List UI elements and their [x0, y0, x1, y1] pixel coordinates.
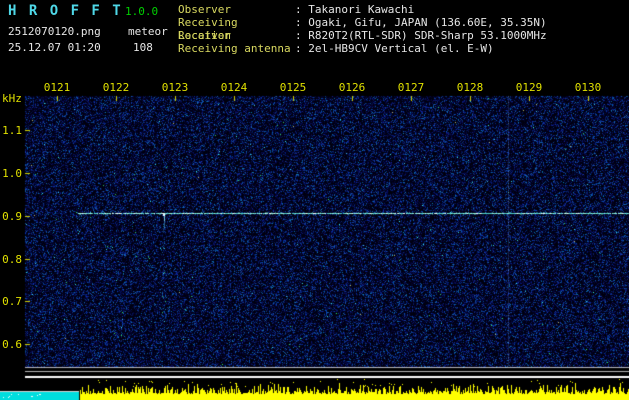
info-row-receiver: Receiver : R820T2(RTL-SDR) SDR-Sharp 53.… — [178, 29, 547, 42]
freq-tick-label: 0.7 — [2, 295, 22, 308]
info-row-antenna: Receiving antenna : 2el-HB9CV Vertical (… — [178, 42, 547, 55]
hrofft-window: H R O F F T 1.0.0 2512070120.png meteor … — [0, 0, 629, 400]
freq-tick-label: 0.6 — [2, 338, 22, 351]
spectrogram-canvas — [0, 0, 629, 400]
info-label: Receiver — [178, 29, 231, 42]
freq-tick-label: 0.8 — [2, 253, 22, 266]
time-tick-label: 0129 — [515, 81, 543, 94]
time-tick-label: 0130 — [574, 81, 602, 94]
info-row-observer: Observer : Takanori Kawachi — [178, 3, 547, 16]
station-info: Observer : Takanori Kawachi Receiving Lo… — [178, 3, 547, 55]
app-version: 1.0.0 — [125, 5, 159, 18]
app-title: H R O F F T — [8, 3, 123, 19]
freq-tick-label: 0.9 — [2, 210, 22, 223]
info-value: : R820T2(RTL-SDR) SDR-Sharp 53.1000MHz — [295, 29, 547, 42]
time-tick-label: 0124 — [220, 81, 248, 94]
time-tick-label: 0128 — [456, 81, 484, 94]
time-tick-label: 0123 — [161, 81, 189, 94]
mode-label: meteor — [128, 25, 168, 38]
capture-filename: 2512070120.png — [8, 25, 101, 38]
info-value: : Ogaki, Gifu, JAPAN (136.60E, 35.35N) — [295, 16, 547, 29]
echo-count: 108 — [133, 41, 153, 54]
freq-tick-label: 1.0 — [2, 167, 22, 180]
info-value: : Takanori Kawachi — [295, 3, 415, 16]
info-row-location: Receiving Location : Ogaki, Gifu, JAPAN … — [178, 16, 547, 42]
info-label: Observer — [178, 3, 231, 16]
capture-datetime: 25.12.07 01:20 — [8, 41, 101, 54]
time-tick-label: 0126 — [338, 81, 366, 94]
time-tick-label: 0122 — [102, 81, 130, 94]
time-tick-label: 0121 — [43, 81, 71, 94]
freq-tick-label: 1.1 — [2, 124, 22, 137]
freq-axis-unit: kHz — [2, 92, 22, 105]
info-label: Receiving Location — [178, 16, 238, 42]
time-tick-label: 0125 — [279, 81, 307, 94]
info-label: Receiving antenna — [178, 42, 291, 55]
info-value: : 2el-HB9CV Vertical (el. E-W) — [295, 42, 494, 55]
time-tick-label: 0127 — [397, 81, 425, 94]
